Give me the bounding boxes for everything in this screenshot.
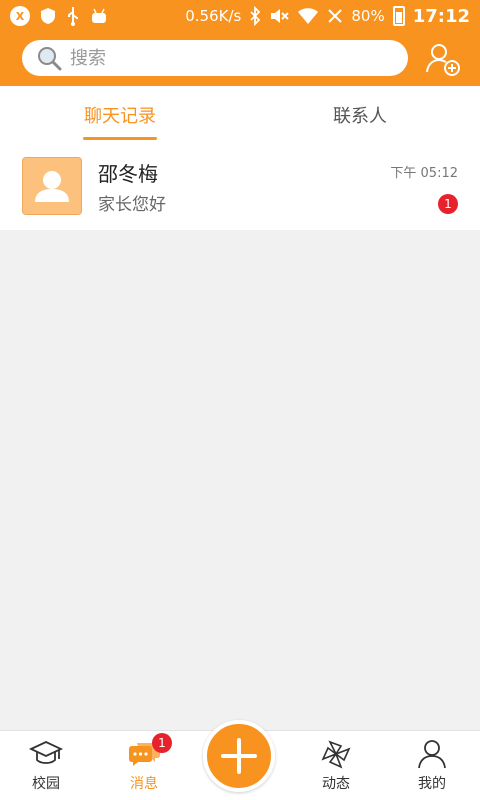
top-header: [0, 32, 480, 86]
app-notification-icon: X: [10, 6, 30, 26]
status-bar: X 0.56K/s 80% 17:12: [0, 0, 480, 32]
unread-badge: 1: [438, 194, 458, 214]
bluetooth-icon: [250, 6, 261, 26]
message-time: 下午 05:12: [390, 166, 458, 181]
usb-icon: [68, 7, 78, 26]
contact-name: 邵冬梅: [98, 162, 158, 186]
default-avatar-icon: [35, 171, 69, 202]
nav-messages[interactable]: 消息 1: [104, 731, 184, 800]
shield-icon: [41, 8, 55, 24]
network-speed: 0.56K/s: [185, 7, 242, 25]
wifi-icon: [298, 8, 319, 24]
add-post-button[interactable]: [203, 720, 275, 792]
add-contact-icon[interactable]: [426, 42, 460, 76]
graduation-cap-icon: [29, 741, 63, 764]
chat-list: 邵冬梅 家长您好 下午 05:12 1: [0, 144, 480, 230]
nav-label: 校园: [32, 776, 60, 792]
status-left-icons: X: [10, 6, 108, 26]
status-right-icons: 0.56K/s 80% 17:12: [185, 6, 470, 27]
plus-icon: [221, 738, 257, 774]
mute-icon: [271, 9, 290, 23]
search-input[interactable]: [70, 47, 370, 69]
message-preview: 家长您好: [98, 195, 166, 215]
tab-contacts[interactable]: 联系人: [240, 86, 480, 144]
person-icon: [418, 740, 446, 769]
nav-label: 我的: [418, 776, 446, 792]
battery-icon: [392, 6, 405, 26]
nav-label: 动态: [322, 776, 350, 792]
chat-list-item[interactable]: 邵冬梅 家长您好 下午 05:12 1: [0, 144, 480, 230]
clock: 17:12: [412, 5, 470, 27]
nav-unread-badge: 1: [152, 733, 172, 753]
nav-label: 消息: [130, 776, 158, 792]
search-icon: [38, 47, 62, 71]
android-icon: [92, 8, 106, 23]
nav-profile[interactable]: 我的: [392, 731, 472, 800]
pinwheel-icon: [321, 740, 351, 769]
battery-percent: 80%: [351, 7, 385, 25]
tab-chat-history[interactable]: 聊天记录: [0, 86, 240, 144]
search-bar[interactable]: [22, 40, 408, 76]
nav-feed[interactable]: 动态: [296, 731, 376, 800]
nav-campus[interactable]: 校园: [6, 731, 86, 800]
tab-bar: 聊天记录 联系人: [0, 86, 480, 144]
no-signal-icon: [328, 9, 343, 23]
avatar: [22, 157, 82, 215]
